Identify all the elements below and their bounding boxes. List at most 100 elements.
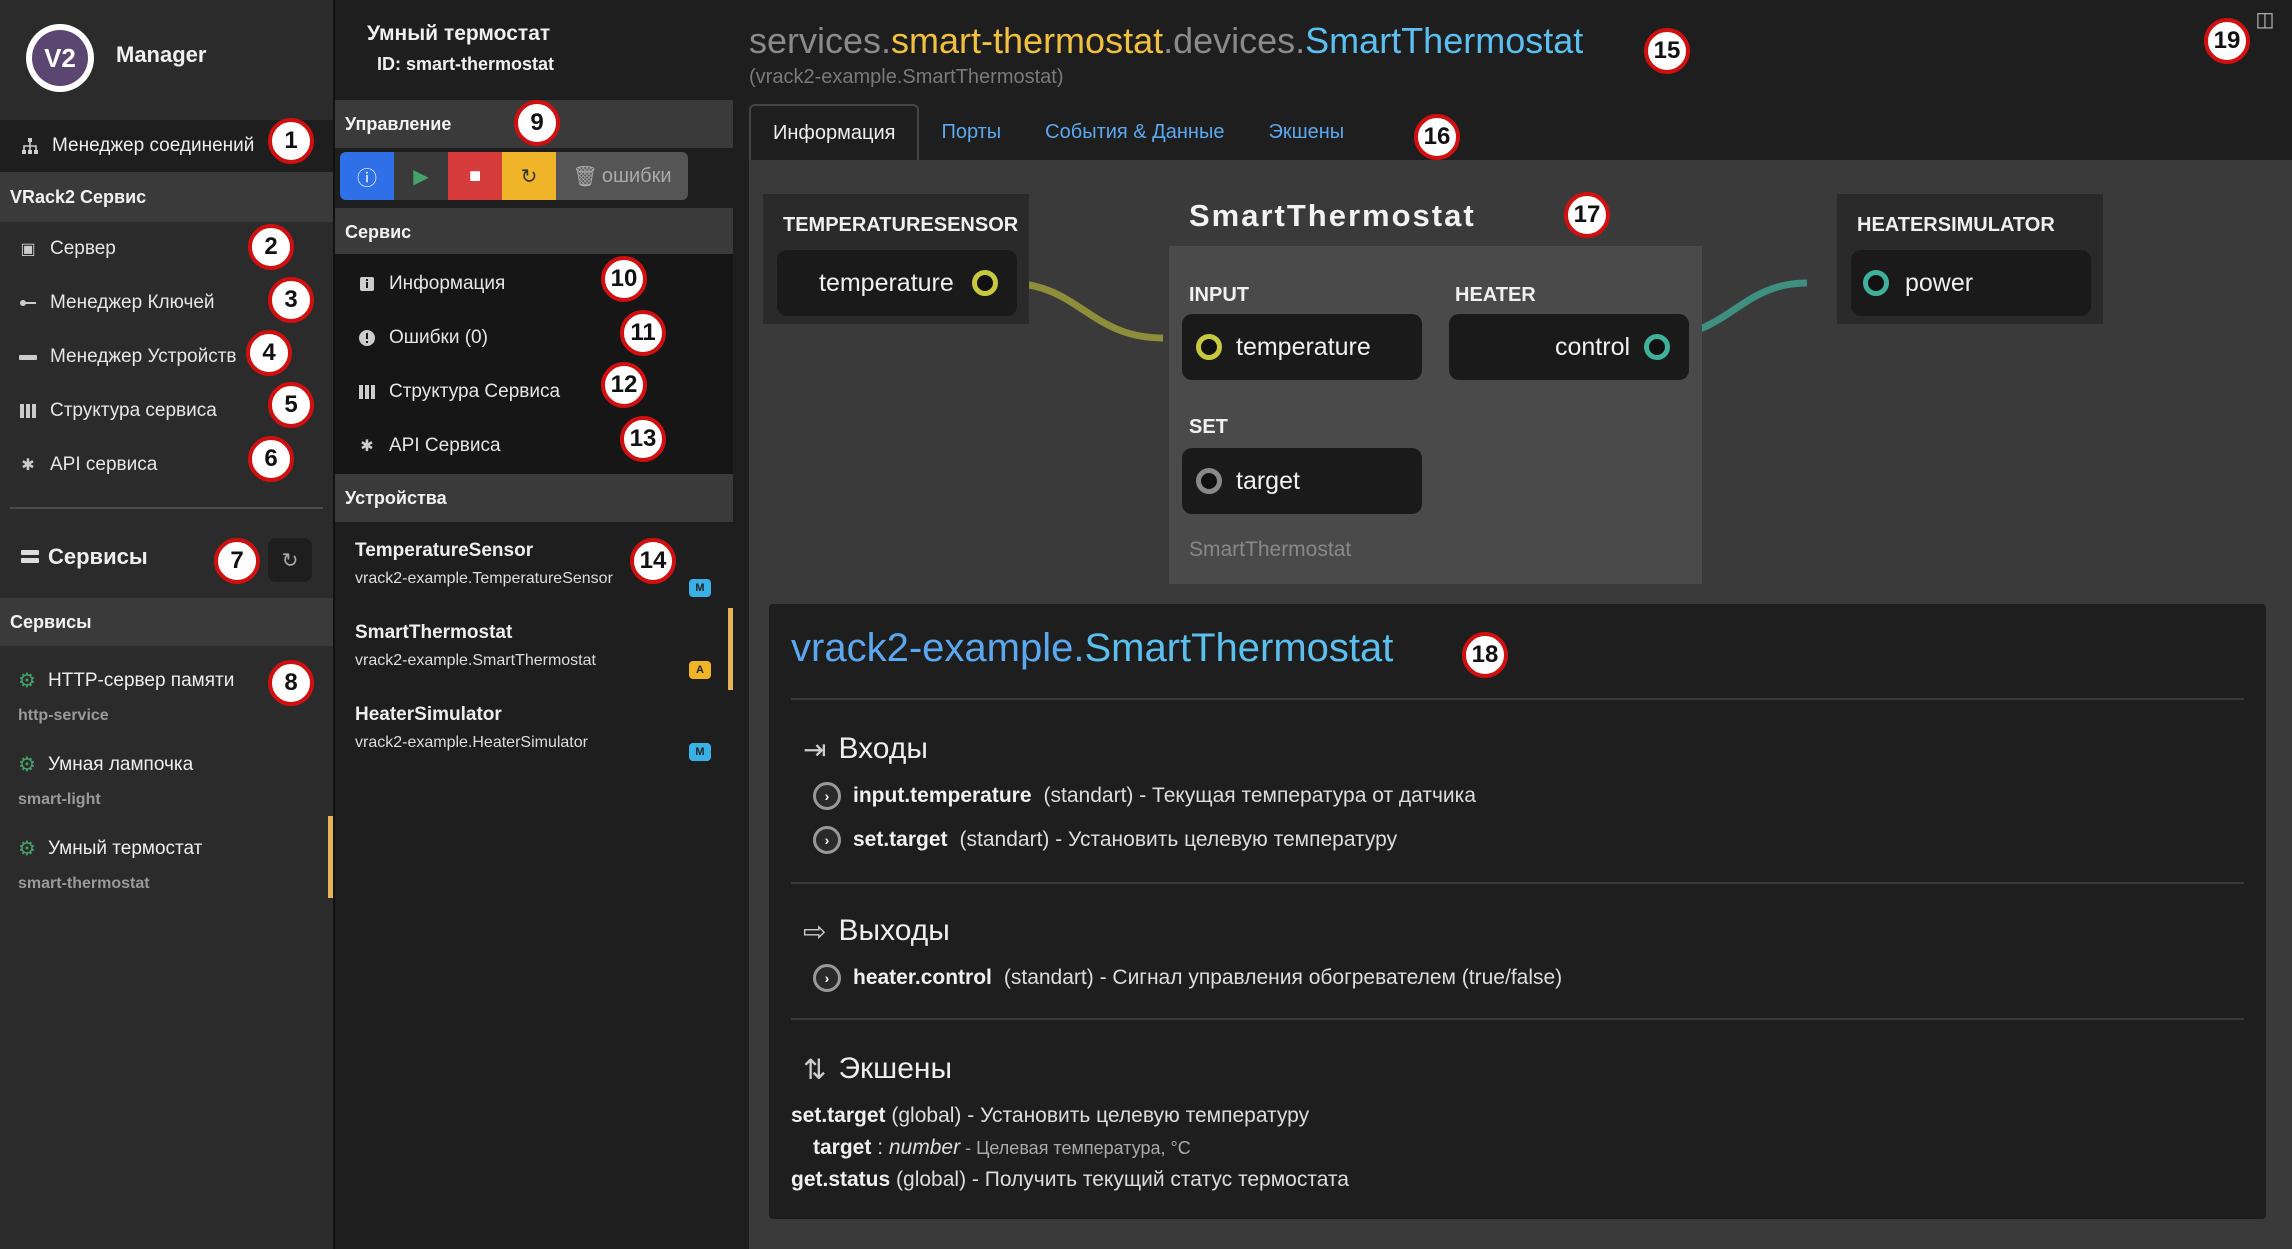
left-sidebar: V2 Manager Менеджер соединений VRack2 Се… [0, 0, 333, 1249]
link-temperature [1006, 279, 1164, 342]
annotation-marker: 14 [630, 538, 676, 584]
play-icon: ▶ [413, 165, 429, 188]
sidebar-item-label: API сервиса [50, 454, 158, 475]
page-title: services.smart-thermostat.devices.SmartT… [749, 20, 1583, 62]
sign-out-icon: ⇨ [803, 915, 827, 947]
trash-icon: 🗑 [572, 165, 598, 188]
outputs-heading-label: Выходы [838, 914, 950, 947]
error-icon [357, 328, 377, 348]
tab-info[interactable]: Информация [749, 104, 920, 160]
annotation-marker: 13 [620, 416, 666, 462]
annotation-marker: 7 [214, 538, 260, 584]
annotation-marker: 10 [601, 256, 647, 302]
chevron-right-icon: › [813, 964, 841, 992]
services-section-header: Сервисы [0, 598, 333, 646]
server-stack-icon [20, 547, 40, 567]
device-name: TemperatureSensor [355, 540, 534, 561]
service-item-smart-light[interactable]: ⚙ Умная лампочка smart-light [0, 732, 333, 814]
node-smart-thermostat[interactable]: SmartThermostat INPUT temperature HEATER… [1169, 184, 1702, 584]
port-control-out[interactable]: control [1449, 314, 1689, 380]
sign-in-icon: ⇥ [803, 733, 827, 765]
refresh-services-button[interactable]: ↻ [268, 538, 312, 582]
app-logo[interactable]: V2 [26, 24, 94, 92]
action-name: get.status [791, 1168, 891, 1191]
annotation-marker: 17 [1564, 192, 1610, 238]
group-heater: HEATER [1455, 284, 1536, 306]
tab-actions[interactable]: Экшены [1246, 104, 1366, 160]
tab-ports[interactable]: Порты [919, 104, 1023, 160]
service-panel-title: Умный термостат [367, 22, 551, 45]
doc-input-item: › set.target (standart) - Установить целев… [813, 826, 1397, 854]
gear-icon: ⚙ [18, 670, 36, 692]
annotation-marker: 2 [248, 224, 294, 270]
tab-content: TEMPERATURESENSOR temperature SmartTherm… [749, 160, 2292, 1249]
port-power-in[interactable]: power [1851, 250, 2091, 316]
services-title-label: Сервисы [48, 544, 148, 569]
gear-icon: ⚙ [18, 838, 36, 860]
annotation-marker: 3 [268, 277, 314, 323]
device-class: vrack2-example.SmartThermostat [355, 652, 596, 669]
doc-title: vrack2-example.SmartThermostat [791, 626, 1393, 671]
doc-divider [791, 882, 2244, 884]
group-set: SET [1189, 416, 1228, 438]
device-item-heater-simulator[interactable]: HeaterSimulator vrack2-example.HeaterSim… [335, 690, 733, 772]
sidebar-divider [10, 507, 323, 509]
service-item-label: Информация [389, 273, 506, 294]
port-temperature-in[interactable]: temperature [1182, 314, 1422, 380]
tab-events-data[interactable]: События & Данные [1023, 104, 1246, 160]
port-label: power [1905, 268, 1974, 297]
clear-errors-button[interactable]: 🗑 ошибки [556, 152, 688, 200]
restart-icon: ↻ [520, 165, 538, 188]
service-name: Умная лампочка [47, 753, 194, 775]
annotation-marker: 19 [2204, 18, 2250, 64]
device-name: SmartThermostat [355, 622, 513, 643]
param-sep: : [871, 1136, 889, 1159]
chevron-right-icon: › [813, 826, 841, 854]
devices-icon [18, 347, 38, 367]
doc-title-namespace: vrack2-example. [791, 626, 1085, 670]
doc-action-item: get.status (global) - Получить текущий с… [791, 1168, 1349, 1192]
device-name: HeaterSimulator [355, 704, 502, 725]
sidebar-item-label: Сервер [50, 238, 116, 259]
layout-toggle-button[interactable]: ◫ [2250, 4, 2280, 34]
info-circle-icon: ⓘ [357, 167, 377, 190]
service-item-info[interactable]: Информация [357, 259, 505, 309]
port-target-in[interactable]: target [1182, 448, 1422, 514]
connection-manager-label: Менеджер соединений [52, 135, 255, 156]
title-part-devices: .devices. [1163, 20, 1306, 61]
node-title: HEATERSIMULATOR [1857, 214, 2055, 236]
action-name: set.target [791, 1104, 886, 1127]
service-section-header: Сервис [335, 208, 733, 256]
node-temperature-sensor[interactable]: TEMPERATURESENSOR temperature [763, 194, 1029, 324]
sidebar-item-label: Структура сервиса [50, 400, 217, 421]
device-item-smart-thermostat[interactable]: SmartThermostat vrack2-example.SmartTher… [335, 608, 733, 690]
doc-output-item: › heater.control (standart) - Сигнал управ… [813, 964, 1562, 992]
annotation-marker: 6 [248, 436, 294, 482]
port-label: target [1236, 466, 1300, 495]
structure-icon [18, 401, 38, 421]
service-id: http-service [18, 707, 109, 724]
inputs-heading-label: Входы [838, 732, 928, 765]
doc-title-class: SmartThermostat [1084, 626, 1394, 670]
annotation-marker: 12 [601, 362, 647, 408]
service-item-errors[interactable]: Ошибки (0) [357, 313, 488, 363]
asterisk-icon: ✱ [360, 438, 374, 455]
group-input: INPUT [1189, 284, 1249, 306]
service-item-api[interactable]: ✱ API Сервиса [357, 421, 500, 471]
port-label: control [1555, 332, 1631, 361]
info-button[interactable]: ⓘ [340, 152, 394, 200]
inputs-heading: ⇥ Входы [803, 732, 928, 766]
start-button[interactable]: ▶ [394, 152, 448, 200]
stop-button[interactable]: ■ [448, 152, 502, 200]
restart-button[interactable]: ↻ [502, 152, 556, 200]
cube-icon: ▣ [20, 241, 36, 258]
app-root: V2 Manager Менеджер соединений VRack2 Се… [0, 0, 2292, 1249]
port-dot [1863, 270, 1889, 296]
actions-heading-label: Экшены [838, 1052, 953, 1085]
port-temperature-out[interactable]: temperature [777, 250, 1017, 316]
node-heater-simulator[interactable]: HEATERSIMULATOR power [1837, 194, 2103, 324]
service-item-smart-thermostat[interactable]: ⚙ Умный термостат smart-thermostat [0, 816, 333, 898]
annotation-marker: 4 [246, 330, 292, 376]
service-item-structure[interactable]: Структура Сервиса [357, 367, 560, 417]
device-badge: M [689, 579, 711, 597]
